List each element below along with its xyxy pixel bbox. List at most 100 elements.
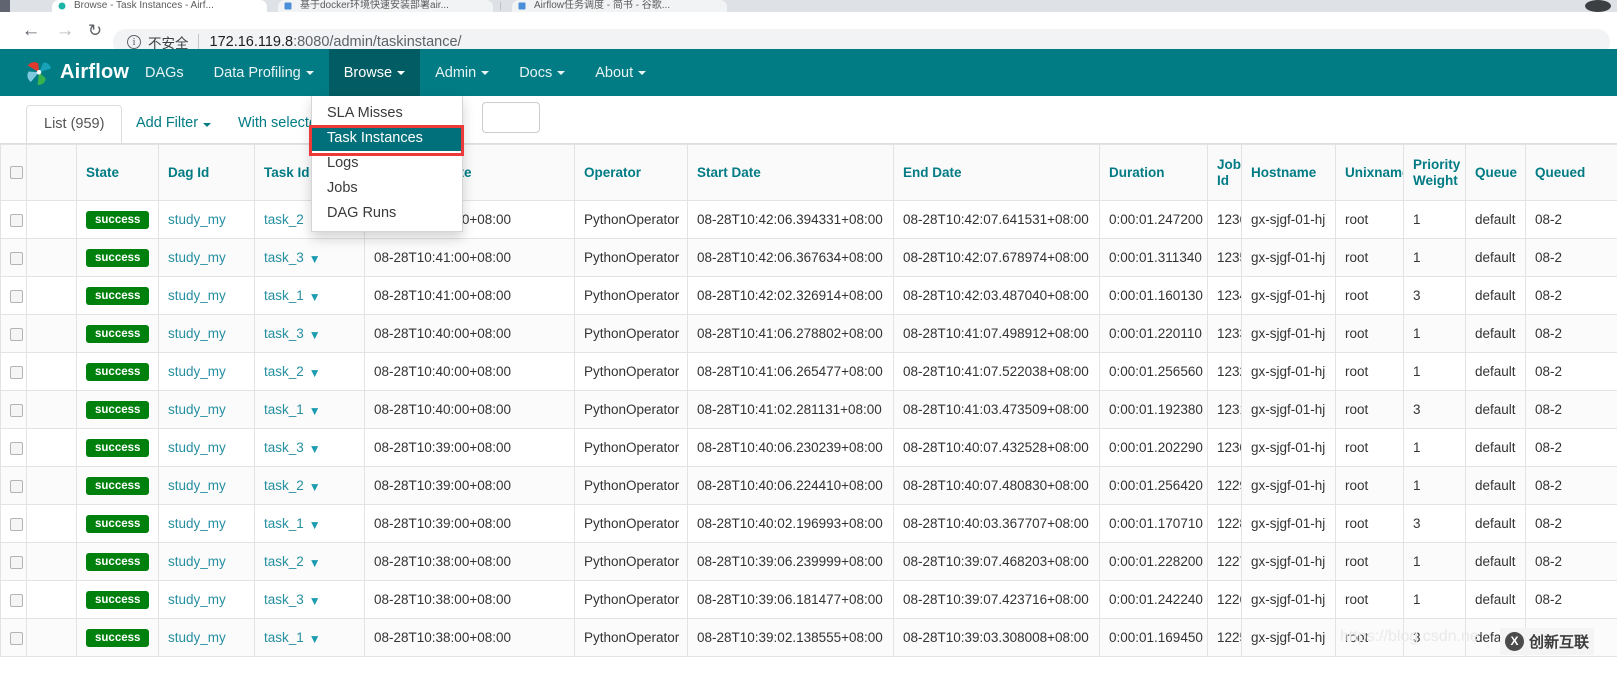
row-task-id-cell[interactable]: task_1 ▼ [254,390,365,429]
row-actions-cell[interactable] [26,428,77,467]
header-priority-weight[interactable]: Priority Weight [1403,144,1466,201]
row-checkbox[interactable] [10,365,23,379]
row-select-cell[interactable] [0,542,27,581]
table-row[interactable]: successstudy_mytask_2▼08-28T10:41:00+08:… [0,200,1617,239]
select-all-checkbox[interactable] [10,166,23,180]
task-id-link[interactable]: task_2 [264,212,304,227]
row-checkbox[interactable] [10,327,23,341]
row-select-cell[interactable] [0,466,27,505]
dag-id-link[interactable]: study_my [168,554,226,569]
row-actions-cell[interactable] [26,580,77,619]
row-select-cell[interactable] [0,276,27,315]
row-select-cell[interactable] [0,504,27,543]
table-row[interactable]: success study_my task_3 ▼ 08-28T10:40:00+08:… [0,314,1617,353]
row-select-cell[interactable] [0,390,27,429]
nav-item-data-profiling[interactable]: Data Profiling [199,49,329,96]
row-dag-id-cell[interactable]: study_my [158,276,255,315]
filter-icon[interactable]: ▼ [309,404,321,418]
search-input[interactable] [482,102,540,133]
task-instances-table-container[interactable]: State Dag Id Task Id Execution Date Oper… [0,144,1617,678]
nav-item-docs[interactable]: Docs [504,49,580,96]
row-actions-cell[interactable] [26,390,77,429]
row-checkbox[interactable] [10,251,23,265]
row-actions-cell[interactable] [26,314,77,353]
dag-id-link[interactable]: study_my [168,592,226,607]
row-checkbox[interactable] [10,479,23,493]
header-job-id[interactable]: Job Id [1207,144,1242,201]
table-row[interactable]: success study_my task_1 ▼ 08-28T10:40:00+08:… [0,390,1617,429]
row-dag-id-cell[interactable]: study_my [158,238,255,277]
task-id-link[interactable]: task_1 [264,630,304,645]
header-duration[interactable]: Duration [1099,144,1208,201]
nav-item-dags[interactable]: DAGs [130,49,199,96]
row-actions-cell[interactable] [26,542,77,581]
header-dag-id[interactable]: Dag Id [158,144,255,201]
task-id-link[interactable]: task_1 [264,402,304,417]
dropdown-item-task-instances[interactable]: Task Instances [312,126,462,151]
header-end-date[interactable]: End Date [893,144,1100,201]
dag-id-link[interactable]: study_my [168,478,226,493]
header-state[interactable]: State [76,144,159,201]
header-unixname[interactable]: Unixname [1335,144,1404,201]
profile-avatar[interactable] [1585,0,1611,12]
row-task-id-cell[interactable]: task_3 ▼ [254,580,365,619]
row-checkbox[interactable] [10,289,23,303]
row-checkbox[interactable] [10,213,23,227]
row-dag-id-cell[interactable]: study_my [158,200,255,239]
dag-id-link[interactable]: study_my [168,630,226,645]
nav-item-about[interactable]: About [580,49,661,96]
filter-icon[interactable]: ▼ [309,632,321,646]
table-row[interactable]: success study_my task_2 ▼ 08-28T10:40:00+08:… [0,352,1617,391]
task-id-link[interactable]: task_3 [264,326,304,341]
row-select-cell[interactable] [0,580,27,619]
dag-id-link[interactable]: study_my [168,402,226,417]
list-count-tab[interactable]: List (959) [26,105,123,143]
row-checkbox[interactable] [10,517,23,531]
row-actions-cell[interactable] [26,352,77,391]
dropdown-item-dag-runs[interactable]: DAG Runs [312,201,462,226]
nav-item-admin[interactable]: Admin [420,49,504,96]
dag-id-link[interactable]: study_my [168,288,226,303]
table-row[interactable]: success study_my task_1 ▼ 08-28T10:39:00+08:… [0,504,1617,543]
task-id-link[interactable]: task_3 [264,592,304,607]
header-operator[interactable]: Operator [574,144,688,201]
row-dag-id-cell[interactable]: study_my [158,504,255,543]
filter-icon[interactable]: ▼ [309,328,321,342]
filter-icon[interactable]: ▼ [309,594,321,608]
row-task-id-cell[interactable]: task_1 ▼ [254,504,365,543]
row-dag-id-cell[interactable]: study_my [158,390,255,429]
add-filter-button[interactable]: Add Filter [122,105,225,143]
row-checkbox[interactable] [10,593,23,607]
dropdown-item-logs[interactable]: Logs [312,151,462,176]
row-select-cell[interactable] [0,238,27,277]
row-task-id-cell[interactable]: task_2 ▼ [254,352,365,391]
row-checkbox[interactable] [10,441,23,455]
row-select-cell[interactable] [0,618,27,657]
row-task-id-cell[interactable]: task_3 ▼ [254,238,365,277]
table-row[interactable]: success study_my task_1 ▼ 08-28T10:41:00+08:… [0,276,1617,315]
table-row[interactable]: success study_my task_3 ▼ 08-28T10:41:00+08:… [0,238,1617,277]
row-dag-id-cell[interactable]: study_my [158,428,255,467]
dag-id-link[interactable]: study_my [168,212,226,227]
table-row[interactable]: success study_my task_1 ▼ 08-28T10:38:00+08:… [0,618,1617,657]
header-select-all[interactable] [0,144,27,201]
row-task-id-cell[interactable]: task_2 ▼ [254,466,365,505]
browser-tab-0[interactable]: Browse - Task Instances - Airf... [52,0,267,12]
dag-id-link[interactable]: study_my [168,440,226,455]
row-actions-cell[interactable] [26,276,77,315]
browser-tab-1[interactable]: 基于docker环境快速安装部署air... [278,0,493,12]
row-checkbox[interactable] [10,631,23,645]
dag-id-link[interactable]: study_my [168,250,226,265]
row-dag-id-cell[interactable]: study_my [158,580,255,619]
row-actions-cell[interactable] [26,618,77,657]
row-actions-cell[interactable] [26,504,77,543]
row-select-cell[interactable] [0,352,27,391]
table-row[interactable]: success study_my task_2 ▼ 08-28T10:39:00+08:… [0,466,1617,505]
filter-icon[interactable]: ▼ [309,252,321,266]
filter-icon[interactable]: ▼ [309,480,321,494]
header-hostname[interactable]: Hostname [1241,144,1336,201]
task-id-link[interactable]: task_2 [264,364,304,379]
row-dag-id-cell[interactable]: study_my [158,352,255,391]
row-select-cell[interactable] [0,200,27,239]
row-task-id-cell[interactable]: task_3 ▼ [254,314,365,353]
